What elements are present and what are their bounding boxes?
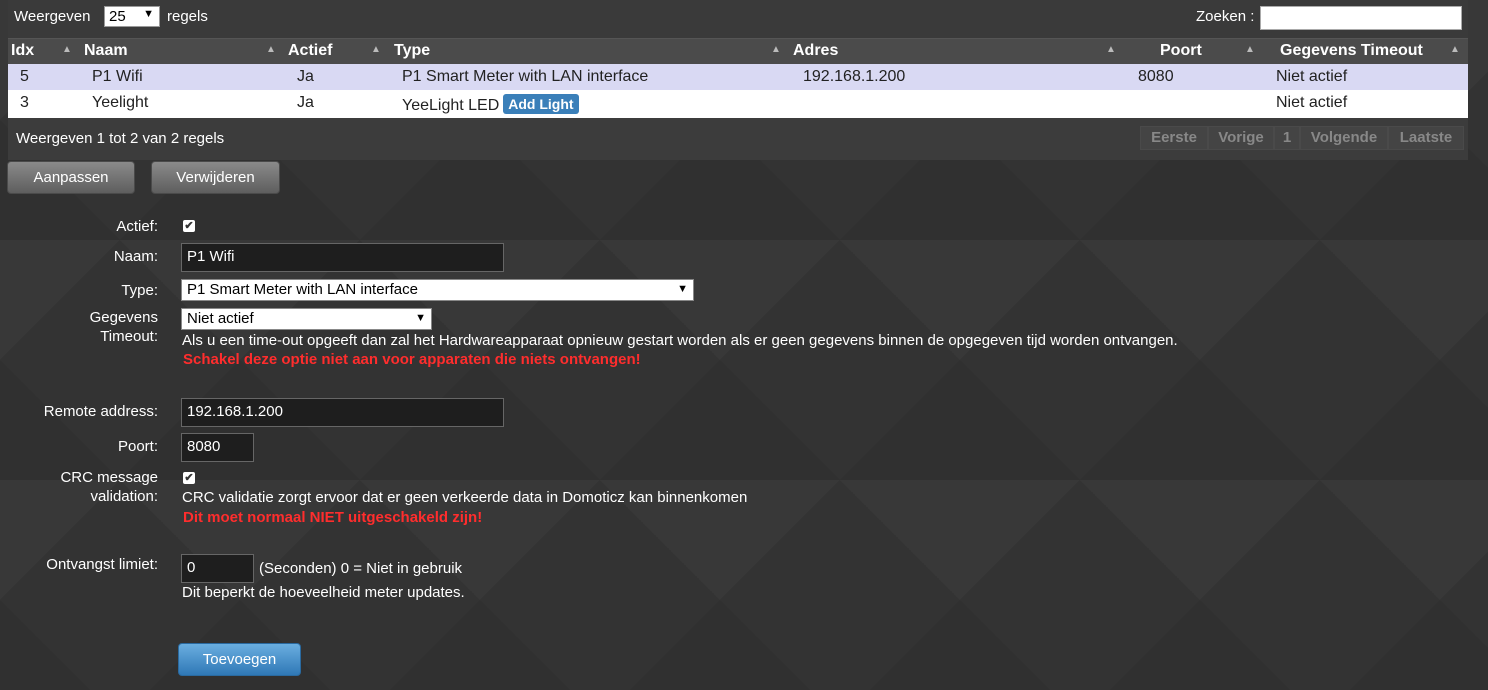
timeout-label: Gegevens Timeout: — [8, 308, 158, 346]
col-poort[interactable]: Poort — [1160, 42, 1202, 60]
type-select[interactable]: P1 Smart Meter with LAN interface ▼ — [181, 279, 694, 301]
sort-icon[interactable]: ▲ — [62, 44, 72, 55]
sort-icon[interactable]: ▲ — [266, 44, 276, 55]
limit-input[interactable]: 0 — [181, 554, 254, 583]
cell-type-text: YeeLight LED — [402, 97, 500, 114]
pager-first-button[interactable]: Eerste — [1140, 126, 1208, 150]
search-input[interactable] — [1260, 6, 1462, 30]
length-prefix: Weergeven — [14, 8, 91, 25]
cell-naam: P1 Wifi — [92, 68, 143, 85]
cell-poort: 8080 — [1138, 68, 1174, 85]
crc-help-text: CRC validatie zorgt ervoor dat er geen v… — [182, 489, 748, 506]
sort-icon[interactable]: ▲ — [1245, 44, 1255, 55]
length-select[interactable]: 25 ▼ — [104, 6, 160, 27]
timeout-select[interactable]: Niet actief ▼ — [181, 308, 432, 330]
col-timeout[interactable]: Gegevens Timeout — [1280, 42, 1423, 60]
remote-address-input[interactable]: 192.168.1.200 — [181, 398, 504, 427]
table-toolbar: Weergeven 25 ▼ regels Zoeken : — [8, 0, 1468, 38]
cell-adres: 192.168.1.200 — [803, 68, 906, 85]
cell-type: YeeLight LED Add Light — [402, 94, 579, 115]
edit-button[interactable]: Aanpassen — [7, 161, 135, 194]
actief-label: Actief: — [116, 218, 158, 235]
sort-icon[interactable]: ▲ — [771, 44, 781, 55]
actief-checkbox[interactable]: ✔ — [183, 220, 195, 232]
search-label: Zoeken : — [1196, 8, 1255, 25]
crc-label-line1: CRC message — [60, 469, 158, 486]
crc-label-line2: validation: — [90, 488, 158, 505]
table-footer: Weergeven 1 tot 2 van 2 regels Eerste Vo… — [8, 118, 1468, 160]
poort-label: Poort: — [117, 438, 158, 455]
table-info: Weergeven 1 tot 2 van 2 regels — [16, 130, 225, 147]
cell-idx: 5 — [20, 68, 29, 85]
col-actief[interactable]: Actief — [288, 42, 332, 60]
add-button[interactable]: Toevoegen — [178, 643, 301, 676]
poort-input[interactable]: 8080 — [181, 433, 254, 462]
naam-label: Naam: — [113, 248, 158, 265]
sort-icon[interactable]: ▲ — [1106, 44, 1116, 55]
length-suffix: regels — [167, 8, 208, 25]
pager-next-button[interactable]: Volgende — [1300, 126, 1388, 150]
sort-icon[interactable]: ▲ — [371, 44, 381, 55]
col-type[interactable]: Type — [394, 42, 430, 60]
cell-timeout: Niet actief — [1276, 94, 1348, 111]
type-label: Type: — [121, 282, 158, 299]
crc-checkbox[interactable]: ✔ — [183, 472, 195, 484]
chevron-down-icon: ▼ — [677, 283, 688, 295]
table-row[interactable]: 5 P1 Wifi Ja P1 Smart Meter with LAN int… — [8, 64, 1468, 90]
naam-input[interactable]: P1 Wifi — [181, 243, 504, 272]
crc-label: CRC message validation: — [8, 468, 158, 506]
check-icon: ✔ — [184, 472, 194, 484]
cell-type: P1 Smart Meter with LAN interface — [402, 68, 649, 85]
table-header: Idx ▲ Naam ▲ Actief ▲ Type ▲ Adres ▲ Poo… — [8, 38, 1468, 65]
timeout-label-line1: Gegevens — [89, 309, 158, 326]
remote-address-label: Remote address: — [43, 403, 158, 420]
chevron-down-icon: ▼ — [415, 312, 426, 324]
col-idx[interactable]: Idx — [11, 42, 34, 60]
pager-last-button[interactable]: Laatste — [1388, 126, 1464, 150]
add-light-button[interactable]: Add Light — [503, 94, 579, 114]
timeout-help-text: Als u een time-out opgeeft dan zal het H… — [182, 332, 1178, 349]
table-row[interactable]: 3 Yeelight Ja YeeLight LED Add Light Niet… — [8, 90, 1468, 118]
timeout-label-line2: Timeout: — [100, 328, 158, 345]
chevron-down-icon: ▼ — [143, 8, 154, 20]
cell-actief: Ja — [297, 94, 314, 111]
length-select-value: 25 — [109, 8, 126, 25]
col-naam[interactable]: Naam — [84, 42, 128, 60]
col-adres[interactable]: Adres — [793, 42, 838, 60]
timeout-warning-text: Schakel deze optie niet aan voor apparat… — [183, 351, 641, 368]
type-select-value: P1 Smart Meter with LAN interface — [187, 281, 418, 298]
crc-warning-text: Dit moet normaal NIET uitgeschakeld zijn… — [183, 509, 483, 526]
cell-idx: 3 — [20, 94, 29, 111]
limit-unit-text: (Seconden) 0 = Niet in gebruik — [259, 560, 463, 577]
cell-actief: Ja — [297, 68, 314, 85]
check-icon: ✔ — [184, 220, 194, 232]
limit-label: Ontvangst limiet: — [46, 556, 158, 573]
limit-help-text: Dit beperkt de hoeveelheid meter updates… — [182, 584, 465, 601]
cell-timeout: Niet actief — [1276, 68, 1348, 85]
timeout-select-value: Niet actief — [187, 310, 254, 327]
delete-button[interactable]: Verwijderen — [151, 161, 280, 194]
cell-naam: Yeelight — [92, 94, 149, 111]
pager-prev-button[interactable]: Vorige — [1208, 126, 1274, 150]
pager-current-button[interactable]: 1 — [1274, 126, 1300, 150]
sort-icon[interactable]: ▲ — [1450, 44, 1460, 55]
